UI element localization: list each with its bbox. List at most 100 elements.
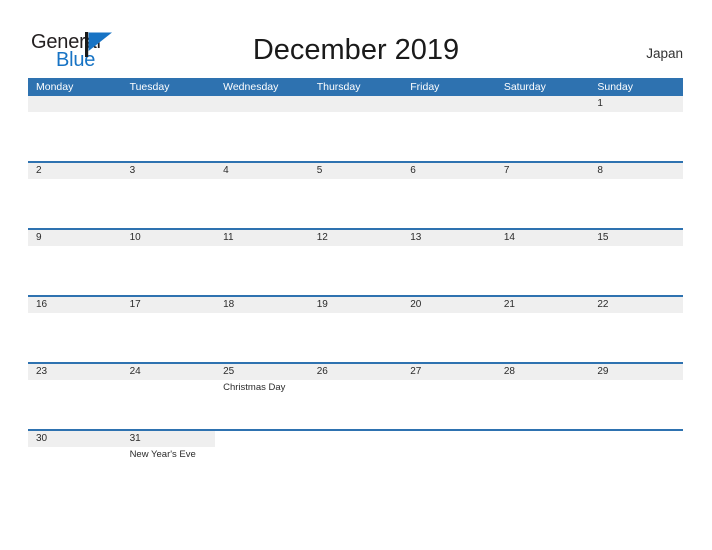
day-number-16[interactable]: 16 (28, 297, 122, 313)
day-cell-8[interactable] (589, 179, 683, 228)
day-number-31[interactable]: 31 (122, 431, 216, 447)
day-number-5[interactable]: 5 (309, 163, 403, 179)
weekday-header-saturday: Saturday (503, 81, 546, 93)
day-cell-30[interactable] (28, 447, 122, 496)
event-label: New Year's Eve (129, 449, 196, 460)
day-number-empty (496, 96, 590, 112)
day-cell-12[interactable] (309, 246, 403, 295)
day-number-18[interactable]: 18 (215, 297, 309, 313)
day-number-empty (402, 96, 496, 112)
day-number-11[interactable]: 11 (215, 230, 309, 246)
day-cell-22[interactable] (589, 313, 683, 362)
page-header: General Blue December 2019 Japan (0, 0, 712, 78)
day-number-2[interactable]: 2 (28, 163, 122, 179)
day-cell-25[interactable]: Christmas Day (215, 380, 309, 429)
calendar-week-row: 1 (28, 96, 683, 163)
week-events-row: Christmas Day (28, 380, 683, 429)
day-number-13[interactable]: 13 (402, 230, 496, 246)
day-number-23[interactable]: 23 (28, 364, 122, 380)
day-cell-11[interactable] (215, 246, 309, 295)
day-cell-7[interactable] (496, 179, 590, 228)
day-cell-26[interactable] (309, 380, 403, 429)
day-number-28[interactable]: 28 (496, 364, 590, 380)
day-number-band: 30 31 (28, 431, 216, 447)
week-events-row (28, 246, 683, 295)
day-cell-9[interactable] (28, 246, 122, 295)
day-number-band: 1 (28, 96, 683, 112)
week-events-row: New Year's Eve (28, 447, 683, 496)
day-cell-empty (589, 447, 683, 496)
day-cell-14[interactable] (496, 246, 590, 295)
day-cell-19[interactable] (309, 313, 403, 362)
region-label: Japan (646, 46, 683, 61)
day-number-26[interactable]: 26 (309, 364, 403, 380)
day-cell-1[interactable] (589, 112, 683, 161)
day-number-14[interactable]: 14 (496, 230, 590, 246)
day-number-10[interactable]: 10 (122, 230, 216, 246)
day-cell-5[interactable] (309, 179, 403, 228)
day-number-3[interactable]: 3 (122, 163, 216, 179)
day-cell-empty (496, 112, 590, 161)
day-cell-2[interactable] (28, 179, 122, 228)
day-cell-15[interactable] (589, 246, 683, 295)
day-number-19[interactable]: 19 (309, 297, 403, 313)
day-number-12[interactable]: 12 (309, 230, 403, 246)
calendar-week-row: 23 24 25 26 27 28 29 Christmas Day (28, 364, 683, 431)
day-number-1[interactable]: 1 (589, 96, 683, 112)
day-number-29[interactable]: 29 (589, 364, 683, 380)
day-cell-empty (215, 447, 309, 496)
day-cell-29[interactable] (589, 380, 683, 429)
day-cell-6[interactable] (402, 179, 496, 228)
day-number-6[interactable]: 6 (402, 163, 496, 179)
day-cell-28[interactable] (496, 380, 590, 429)
day-number-9[interactable]: 9 (28, 230, 122, 246)
day-number-8[interactable]: 8 (589, 163, 683, 179)
day-number-22[interactable]: 22 (589, 297, 683, 313)
day-cell-23[interactable] (28, 380, 122, 429)
day-number-17[interactable]: 17 (122, 297, 216, 313)
day-cell-31[interactable]: New Year's Eve (122, 447, 216, 496)
day-cell-21[interactable] (496, 313, 590, 362)
day-cell-empty (28, 112, 122, 161)
day-number-empty (28, 96, 122, 112)
day-cell-18[interactable] (215, 313, 309, 362)
day-number-empty (215, 96, 309, 112)
day-cell-10[interactable] (122, 246, 216, 295)
day-number-15[interactable]: 15 (589, 230, 683, 246)
weekday-header-thursday: Thursday (316, 81, 361, 93)
day-number-30[interactable]: 30 (28, 431, 122, 447)
day-number-empty (309, 96, 403, 112)
calendar-grid: Monday Tuesday Wednesday Thursday Friday Satu… (28, 78, 683, 498)
day-number-24[interactable]: 24 (122, 364, 216, 380)
day-number-band: 23 24 25 26 27 28 29 (28, 364, 683, 380)
day-cell-empty (402, 447, 496, 496)
week-events-row (28, 179, 683, 228)
day-cell-13[interactable] (402, 246, 496, 295)
calendar-week-row: 2345678 (28, 163, 683, 230)
weekday-header-wednesday: Wednesday (223, 81, 279, 93)
day-cell-empty (122, 112, 216, 161)
weekday-header-tuesday: Tuesday (129, 81, 170, 93)
day-number-4[interactable]: 4 (215, 163, 309, 179)
day-number-7[interactable]: 7 (496, 163, 590, 179)
day-number-27[interactable]: 27 (402, 364, 496, 380)
day-cell-16[interactable] (28, 313, 122, 362)
day-cell-27[interactable] (402, 380, 496, 429)
day-cell-empty (215, 112, 309, 161)
day-cell-20[interactable] (402, 313, 496, 362)
day-cell-4[interactable] (215, 179, 309, 228)
day-cell-3[interactable] (122, 179, 216, 228)
week-events-row (28, 313, 683, 362)
weekday-header-monday: Monday (36, 81, 74, 93)
calendar-week-row: 9 10 11 12 13 14 15 (28, 230, 683, 297)
page-title: December 2019 (252, 34, 460, 66)
day-cell-17[interactable] (122, 313, 216, 362)
day-number-21[interactable]: 21 (496, 297, 590, 313)
weekday-header-friday: Friday (410, 81, 440, 93)
day-number-20[interactable]: 20 (402, 297, 496, 313)
calendar-week-row: 30 31 New Year's Eve (28, 431, 683, 498)
day-cell-24[interactable] (122, 380, 216, 429)
week-events-row (28, 112, 683, 161)
day-number-25[interactable]: 25 (215, 364, 309, 380)
day-cell-empty (402, 112, 496, 161)
